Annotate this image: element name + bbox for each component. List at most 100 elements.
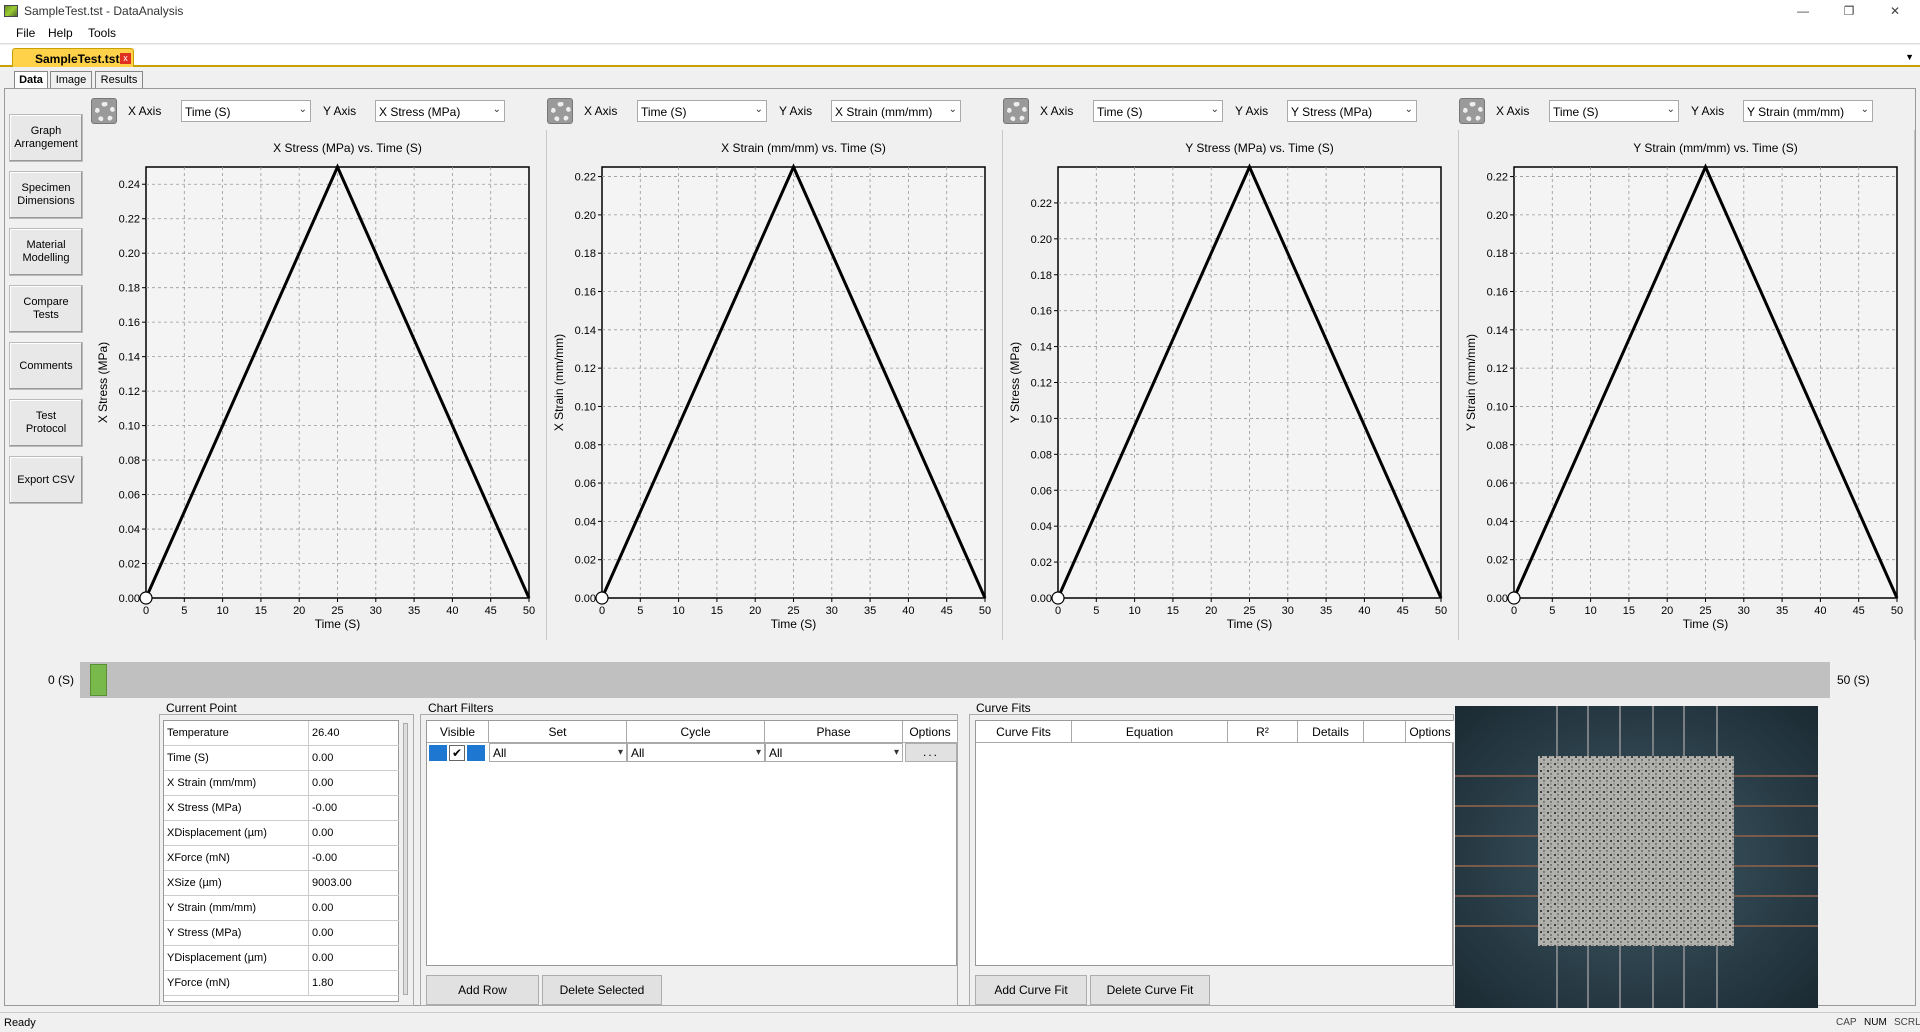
filter-options-button[interactable]: ... bbox=[905, 743, 957, 762]
y-axis-select-value: X Stress (MPa) bbox=[379, 105, 461, 119]
y-tick-label: 0.08 bbox=[1487, 440, 1508, 452]
current-point-marker bbox=[1051, 591, 1065, 605]
x-axis-select[interactable]: Time (S) ⌄ bbox=[1093, 100, 1223, 122]
x-tick-label: 10 bbox=[1584, 605, 1596, 617]
x-tick-label: 40 bbox=[902, 605, 914, 617]
chevron-down-icon: ⌄ bbox=[1210, 104, 1219, 115]
current-point-row: X Stress (MPa) -0.00 bbox=[164, 796, 399, 821]
x-axis-select[interactable]: Time (S) ⌄ bbox=[637, 100, 767, 122]
x-tick-label: 30 bbox=[1282, 605, 1294, 617]
property-value: 0.00 bbox=[312, 927, 334, 939]
export-csv-button[interactable]: Export CSV bbox=[9, 456, 83, 504]
timeline-end-label: 50 (S) bbox=[1837, 673, 1870, 687]
caps-lock-indicator: CAP bbox=[1836, 1017, 1857, 1028]
document-tab-label: SampleTest.tst bbox=[35, 52, 120, 66]
chart-title: X Stress (MPa) vs. Time (S) bbox=[273, 141, 422, 155]
chart-settings-gear-icon[interactable] bbox=[547, 98, 573, 124]
current-point-scrollbar[interactable] bbox=[403, 723, 408, 995]
timeline-start-label: 0 (S) bbox=[48, 673, 75, 687]
close-tab-icon[interactable]: x bbox=[120, 53, 131, 64]
current-point-panel: Temperature 26.40 Time (S) 0.00 X Strain (mm… bbox=[159, 714, 414, 1006]
x-tick-label: 10 bbox=[672, 605, 684, 617]
menu-help[interactable]: Help bbox=[48, 26, 73, 40]
chart-settings-gear-icon[interactable] bbox=[1459, 98, 1485, 124]
col-blank bbox=[1364, 721, 1406, 743]
delete-curve-fit-button[interactable]: Delete Curve Fit bbox=[1090, 975, 1210, 1005]
col-cycle: Cycle bbox=[627, 721, 765, 743]
status-text: Ready bbox=[4, 1017, 36, 1029]
x-tick-label: 15 bbox=[1167, 605, 1179, 617]
y-axis-select[interactable]: Y Stress (MPa) ⌄ bbox=[1287, 100, 1417, 122]
y-tick-label: 0.08 bbox=[119, 455, 140, 467]
y-tick-label: 0.20 bbox=[1031, 234, 1052, 246]
timeline-slider-thumb[interactable] bbox=[90, 664, 107, 696]
phase-select[interactable]: All ▾ bbox=[765, 743, 903, 762]
current-point-row: XDisplacement (µm) 0.00 bbox=[164, 821, 399, 846]
delete-selected-button[interactable]: Delete Selected bbox=[542, 975, 662, 1005]
menu-file[interactable]: File bbox=[16, 26, 35, 40]
property-value: 0.00 bbox=[312, 827, 334, 839]
app-icon bbox=[4, 5, 18, 17]
add-row-button[interactable]: Add Row bbox=[426, 975, 539, 1005]
col-phase: Phase bbox=[765, 721, 903, 743]
minimize-button[interactable]: — bbox=[1780, 0, 1826, 22]
visible-checkbox[interactable]: ✔ bbox=[449, 745, 465, 761]
property-name: YForce (mN) bbox=[164, 971, 309, 995]
chevron-down-icon: ⌄ bbox=[948, 104, 957, 115]
chevron-down-icon: ⌄ bbox=[1666, 104, 1675, 115]
y-axis-select[interactable]: X Strain (mm/mm) ⌄ bbox=[831, 100, 961, 122]
property-value: 0.00 bbox=[312, 752, 334, 764]
timeline-slider[interactable] bbox=[80, 662, 1830, 698]
compare-tests-button[interactable]: Compare Tests bbox=[9, 285, 83, 333]
menu-tools[interactable]: Tools bbox=[88, 26, 116, 40]
y-tick-label: 0.10 bbox=[119, 421, 140, 433]
x-tick-label: 30 bbox=[1738, 605, 1750, 617]
col-equation: Equation bbox=[1072, 721, 1228, 743]
series-color-swatch-2[interactable] bbox=[467, 745, 485, 761]
x-tick-label: 35 bbox=[1776, 605, 1788, 617]
restore-button[interactable]: ❐ bbox=[1826, 0, 1872, 22]
x-tick-label: 35 bbox=[1320, 605, 1332, 617]
set-select[interactable]: All ▾ bbox=[489, 743, 627, 762]
chart-settings-gear-icon[interactable] bbox=[1003, 98, 1029, 124]
x-tick-label: 0 bbox=[599, 605, 605, 617]
y-axis-title: X Stress (MPa) bbox=[96, 342, 110, 423]
tab-image[interactable]: Image bbox=[50, 71, 92, 88]
col-details: Details bbox=[1298, 721, 1364, 743]
specimen-dimensions-button[interactable]: Specimen Dimensions bbox=[9, 171, 83, 219]
property-value: 0.00 bbox=[312, 777, 334, 789]
property-value: 0.00 bbox=[312, 952, 334, 964]
col-curve-fits: Curve Fits bbox=[976, 721, 1072, 743]
document-tab[interactable]: SampleTest.tst x bbox=[12, 48, 134, 67]
add-curve-fit-button[interactable]: Add Curve Fit bbox=[975, 975, 1087, 1005]
chart-settings-gear-icon[interactable] bbox=[91, 98, 117, 124]
close-window-button[interactable]: ✕ bbox=[1872, 0, 1918, 22]
chart-filters-grid: Visible Set Cycle Phase Options ✔ All ▾ A… bbox=[426, 720, 958, 966]
graph-arrangement-button[interactable]: Graph Arrangement bbox=[9, 114, 83, 162]
series-color-swatch[interactable] bbox=[429, 745, 447, 761]
x-axis-select[interactable]: Time (S) ⌄ bbox=[181, 100, 311, 122]
material-modelling-button[interactable]: Material Modelling bbox=[9, 228, 83, 276]
x-axis-select[interactable]: Time (S) ⌄ bbox=[1549, 100, 1679, 122]
property-name: YDisplacement (µm) bbox=[164, 946, 309, 970]
tab-list-dropdown-icon[interactable]: ▼ bbox=[1905, 52, 1914, 62]
x-tick-label: 35 bbox=[408, 605, 420, 617]
tab-results[interactable]: Results bbox=[95, 71, 143, 88]
current-point-row: Temperature 26.40 bbox=[164, 721, 399, 746]
chart-2[interactable]: X Strain (mm/mm) vs. Time (S) 0 5 10 15 20 25 3… bbox=[547, 130, 1003, 640]
x-tick-label: 15 bbox=[255, 605, 267, 617]
x-tick-label: 20 bbox=[749, 605, 761, 617]
y-axis-select[interactable]: Y Strain (mm/mm) ⌄ bbox=[1743, 100, 1873, 122]
test-protocol-button[interactable]: Test Protocol bbox=[9, 399, 83, 447]
chart-1[interactable]: X Stress (MPa) vs. Time (S) 0 5 10 15 20 25 30 3… bbox=[91, 130, 547, 640]
y-tick-label: 0.14 bbox=[575, 325, 596, 337]
y-axis-select[interactable]: X Stress (MPa) ⌄ bbox=[375, 100, 505, 122]
cycle-select[interactable]: All ▾ bbox=[627, 743, 765, 762]
chart-4[interactable]: Y Strain (mm/mm) vs. Time (S) 0 5 10 15 20 25 3… bbox=[1459, 130, 1915, 640]
comments-button[interactable]: Comments bbox=[9, 342, 83, 390]
x-tick-label: 5 bbox=[637, 605, 643, 617]
tab-data[interactable]: Data bbox=[14, 71, 48, 89]
document-tab-bar: SampleTest.tst x bbox=[0, 45, 1920, 67]
y-tick-label: 0.08 bbox=[575, 440, 596, 452]
chart-3[interactable]: Y Stress (MPa) vs. Time (S) 0 5 10 15 20 25 30 3… bbox=[1003, 130, 1459, 640]
